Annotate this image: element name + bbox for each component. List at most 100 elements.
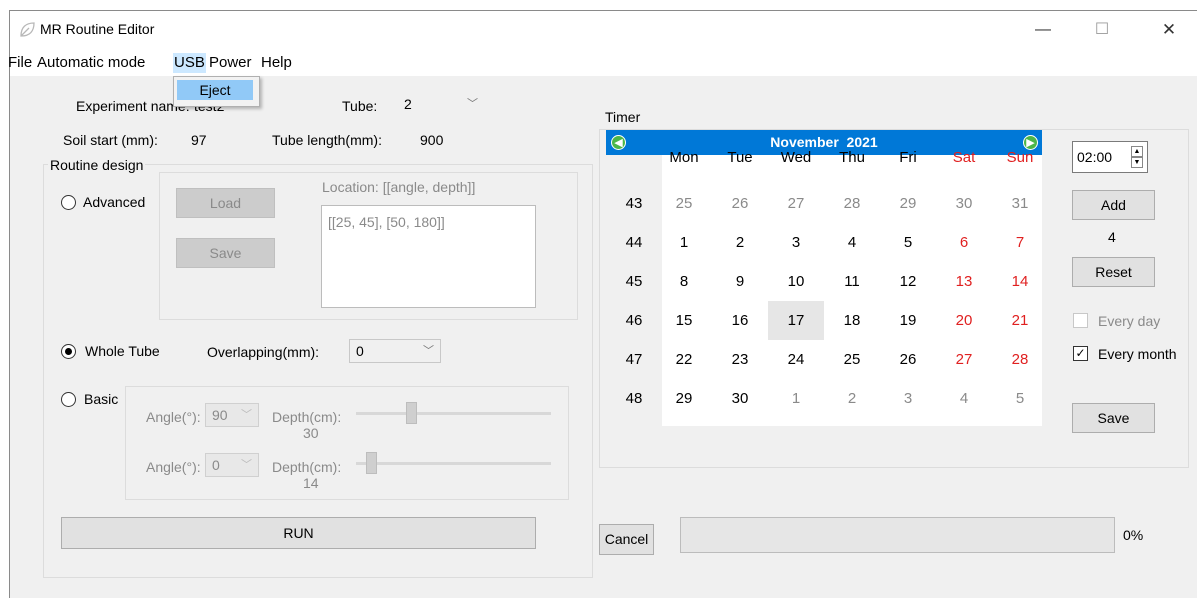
calendar-day[interactable]: 3 xyxy=(880,379,936,418)
usb-dropdown-menu: Eject xyxy=(173,76,260,107)
calendar-day[interactable]: 20 xyxy=(936,301,992,340)
progress-text: 0% xyxy=(1123,527,1144,543)
calendar-day[interactable]: 4 xyxy=(936,379,992,418)
calendar-day[interactable]: 5 xyxy=(992,379,1048,418)
calendar-day[interactable]: 3 xyxy=(768,223,824,262)
menu-power[interactable]: Power xyxy=(208,53,253,73)
whole-tube-label: Whole Tube xyxy=(85,343,160,359)
calendar-day[interactable]: 26 xyxy=(880,340,936,379)
timer-save-button[interactable]: Save xyxy=(1072,403,1155,433)
calendar-day[interactable]: 2 xyxy=(824,379,880,418)
minimize-button[interactable]: — xyxy=(1020,11,1066,49)
every-day-checkbox[interactable] xyxy=(1073,313,1088,328)
calendar-day[interactable]: 23 xyxy=(712,340,768,379)
location-textarea[interactable]: [[25, 45], [50, 180]] xyxy=(321,205,536,308)
calendar-day[interactable]: 2 xyxy=(712,223,768,262)
menu-automatic-mode[interactable]: Automatic mode xyxy=(36,53,146,73)
reset-button[interactable]: Reset xyxy=(1072,257,1155,287)
menu-help[interactable]: Help xyxy=(260,53,293,73)
calendar-day[interactable]: 16 xyxy=(712,301,768,340)
week-number: 46 xyxy=(625,312,643,329)
calendar-day[interactable]: 25 xyxy=(656,184,712,223)
calendar-day[interactable]: 11 xyxy=(824,262,880,301)
chevron-down-icon: ﹀ xyxy=(467,98,478,110)
timer-count: 4 xyxy=(1108,229,1116,245)
calendar-day[interactable]: 30 xyxy=(712,379,768,418)
angle-value-2: 0 xyxy=(212,457,220,473)
advanced-radio[interactable] xyxy=(61,195,76,210)
basic-radio[interactable] xyxy=(61,392,76,407)
calendar-day[interactable]: 22 xyxy=(656,340,712,379)
calendar-day[interactable]: 1 xyxy=(768,379,824,418)
advanced-label: Advanced xyxy=(83,194,146,210)
calendar-day[interactable]: 31 xyxy=(992,184,1048,223)
calendar-day[interactable]: 29 xyxy=(880,184,936,223)
calendar-day[interactable]: 28 xyxy=(992,340,1048,379)
calendar-day[interactable]: 5 xyxy=(880,223,936,262)
calendar-day[interactable]: 24 xyxy=(768,340,824,379)
calendar-day[interactable]: 7 xyxy=(992,223,1048,262)
depth-value-1: 30 xyxy=(303,425,319,441)
calendar-day[interactable]: 17 xyxy=(768,301,824,340)
every-day-label: Every day xyxy=(1098,313,1161,329)
calendar-day[interactable]: 26 xyxy=(712,184,768,223)
every-month-label: Every month xyxy=(1098,346,1177,362)
calendar-day[interactable]: 13 xyxy=(936,262,992,301)
menu-eject[interactable]: Eject xyxy=(177,80,253,100)
calendar-day[interactable]: 30 xyxy=(936,184,992,223)
maximize-button[interactable]: ☐ xyxy=(1079,11,1125,49)
spin-up-icon[interactable]: ▲ xyxy=(1131,146,1143,157)
advanced-save-button[interactable]: Save xyxy=(176,238,275,268)
spin-down-icon[interactable]: ▼ xyxy=(1131,157,1143,168)
window-title: MR Routine Editor xyxy=(40,21,155,37)
calendar-day[interactable]: 21 xyxy=(992,301,1048,340)
depth-slider-1-track xyxy=(356,412,551,415)
calendar-day[interactable]: 18 xyxy=(824,301,880,340)
calendar-day[interactable]: 14 xyxy=(992,262,1048,301)
calendar-day[interactable]: 9 xyxy=(712,262,768,301)
prev-month-icon[interactable]: ◀ xyxy=(611,135,626,150)
angle-label-2: Angle(°): xyxy=(146,459,201,475)
calendar-day[interactable]: 28 xyxy=(824,184,880,223)
angle-select-1[interactable]: 90 ﹀ xyxy=(205,403,259,427)
calendar[interactable]: November 2021 ◀ ▶ Mon Tue Wed Thu Fri Sat Sun 4… xyxy=(606,130,1042,426)
progress-bar xyxy=(680,517,1115,553)
tube-length-value: 900 xyxy=(420,132,444,148)
angle-label-1: Angle(°): xyxy=(146,409,201,425)
week-number: 43 xyxy=(625,195,643,212)
time-spinbox[interactable]: 02:00 ▲ ▼ xyxy=(1072,141,1148,173)
day-of-week-header: Sun xyxy=(1006,149,1034,166)
close-button[interactable]: ✕ xyxy=(1146,11,1192,49)
calendar-day[interactable]: 15 xyxy=(656,301,712,340)
depth-value-2: 14 xyxy=(303,475,319,491)
overlapping-select[interactable]: 0 ﹀ xyxy=(349,339,441,363)
every-month-checkbox[interactable]: ✓ xyxy=(1073,346,1088,361)
calendar-day[interactable]: 10 xyxy=(768,262,824,301)
calendar-day[interactable]: 1 xyxy=(656,223,712,262)
day-of-week-header: Tue xyxy=(727,149,753,166)
add-button[interactable]: Add xyxy=(1072,190,1155,220)
menu-usb[interactable]: USB xyxy=(173,53,206,73)
calendar-day[interactable]: 29 xyxy=(656,379,712,418)
chevron-down-icon: ﹀ xyxy=(423,345,434,357)
calendar-day[interactable]: 25 xyxy=(824,340,880,379)
calendar-month[interactable]: November xyxy=(770,134,838,150)
next-month-icon[interactable]: ▶ xyxy=(1023,135,1038,150)
load-button[interactable]: Load xyxy=(176,188,275,218)
calendar-day[interactable]: 8 xyxy=(656,262,712,301)
depth-slider-1-handle[interactable] xyxy=(406,402,417,424)
tube-select[interactable]: 2 ﹀ xyxy=(397,92,485,116)
calendar-day[interactable]: 27 xyxy=(768,184,824,223)
calendar-day[interactable]: 12 xyxy=(880,262,936,301)
depth-slider-2-handle[interactable] xyxy=(366,452,377,474)
calendar-day[interactable]: 19 xyxy=(880,301,936,340)
menu-file[interactable]: File xyxy=(7,53,33,73)
calendar-day[interactable]: 4 xyxy=(824,223,880,262)
cancel-button[interactable]: Cancel xyxy=(599,524,654,555)
angle-select-2[interactable]: 0 ﹀ xyxy=(205,453,259,477)
calendar-year[interactable]: 2021 xyxy=(847,134,878,150)
calendar-day[interactable]: 27 xyxy=(936,340,992,379)
whole-tube-radio[interactable] xyxy=(61,344,76,359)
calendar-day[interactable]: 6 xyxy=(936,223,992,262)
run-button[interactable]: RUN xyxy=(61,517,536,549)
